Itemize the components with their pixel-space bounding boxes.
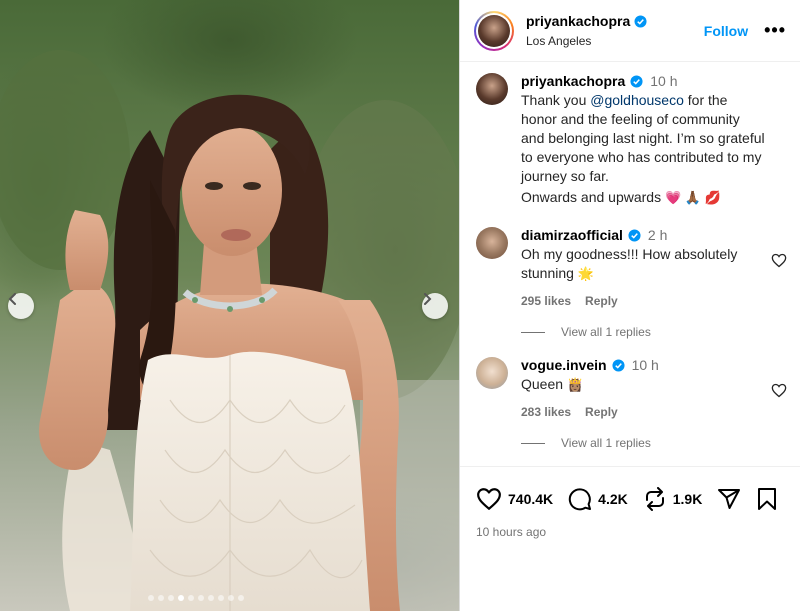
commenter-username[interactable]: diamirzaofficial: [521, 227, 623, 243]
comment-like-icon[interactable]: [771, 253, 787, 268]
carousel-dot: [148, 595, 154, 601]
comments-list[interactable]: priyankachopra 10 h Thank you @goldhouse…: [460, 63, 800, 465]
carousel-dot: [188, 595, 194, 601]
save-button[interactable]: [756, 487, 778, 511]
commenter-avatar[interactable]: [476, 357, 508, 389]
comment-text: Oh my goodness!!! How absolutely stunnin…: [521, 246, 738, 281]
verified-badge-icon: [612, 358, 625, 372]
verified-badge-icon: [630, 74, 643, 88]
carousel-dot: [218, 595, 224, 601]
speech-bubble-icon: [568, 488, 592, 511]
carousel-dot: [178, 595, 184, 601]
verified-badge-icon: [628, 228, 641, 242]
mention-link[interactable]: @goldhouseco: [590, 92, 684, 108]
commenter-avatar[interactable]: [476, 227, 508, 259]
post-details-pane: priyankachopra Los Angeles Follow ••• pr…: [459, 0, 800, 611]
carousel-indicator: [148, 595, 244, 601]
comment-item: diamirzaofficial 2 h Oh my goodness!!! H…: [476, 227, 787, 308]
caption-last-line: Onwards and upwards 💗 🙏🏾 💋: [521, 189, 721, 205]
carousel-dot: [238, 595, 244, 601]
view-replies-button[interactable]: View all 1 replies: [521, 436, 787, 450]
carousel-dot: [198, 595, 204, 601]
reply-button[interactable]: Reply: [585, 405, 618, 419]
commenter-username[interactable]: vogue.invein: [521, 357, 607, 373]
comment-likes[interactable]: 283 likes: [521, 405, 571, 419]
comment-like-icon[interactable]: [771, 383, 787, 398]
post-actions: 740.4K 4.2K 1.9K 10 hours ago: [460, 466, 800, 539]
post-photo[interactable]: [0, 0, 459, 611]
photo-illustration: [0, 50, 459, 611]
author-avatar-small[interactable]: [476, 73, 508, 105]
author-avatar[interactable]: [474, 10, 514, 51]
post-timestamp[interactable]: 10 hours ago: [476, 525, 787, 539]
post-header: priyankachopra Los Angeles Follow •••: [460, 0, 800, 62]
chevron-right-icon: [424, 293, 432, 305]
comment-count: 4.2K: [598, 491, 628, 507]
bookmark-icon: [758, 488, 777, 510]
more-options-button[interactable]: •••: [764, 20, 786, 41]
reply-button[interactable]: Reply: [585, 294, 618, 308]
comment-likes[interactable]: 295 likes: [521, 294, 571, 308]
repost-button[interactable]: 1.9K: [643, 487, 703, 511]
caption-username[interactable]: priyankachopra: [521, 73, 625, 89]
caption-time: 10 h: [650, 73, 678, 89]
like-button[interactable]: 740.4K: [476, 487, 553, 511]
carousel-dot: [208, 595, 214, 601]
carousel-dot: [158, 595, 164, 601]
caption-text: Thank you @goldhouseco for the honor and…: [521, 92, 765, 184]
carousel-dot: [168, 595, 174, 601]
comment-time: 10 h: [631, 357, 659, 373]
verified-badge-icon: [634, 14, 647, 28]
follow-button[interactable]: Follow: [704, 23, 748, 39]
repost-icon: [645, 487, 664, 511]
heart-icon: [477, 488, 501, 510]
comment-item: vogue.invein 10 h Queen 👸🏽 283 likes Rep…: [476, 357, 787, 419]
carousel-dot: [228, 595, 234, 601]
repost-count: 1.9K: [672, 491, 703, 507]
post-location[interactable]: Los Angeles: [526, 34, 704, 48]
comment-text: Queen 👸🏽: [521, 376, 584, 392]
carousel-next-button[interactable]: [422, 293, 448, 319]
chevron-left-icon: [8, 293, 16, 305]
carousel-prev-button[interactable]: [8, 293, 34, 319]
paper-plane-icon: [718, 489, 741, 509]
caption-emojis: 💗 🙏🏾 💋: [664, 190, 721, 205]
like-count: 740.4K: [508, 491, 554, 507]
comment-time: 2 h: [647, 227, 668, 243]
post-caption: priyankachopra 10 h Thank you @goldhouse…: [476, 73, 787, 207]
comment-button[interactable]: 4.2K: [568, 487, 628, 511]
share-button[interactable]: [717, 487, 741, 511]
author-username[interactable]: priyankachopra: [526, 13, 630, 29]
view-replies-button[interactable]: View all 1 replies: [521, 325, 787, 339]
